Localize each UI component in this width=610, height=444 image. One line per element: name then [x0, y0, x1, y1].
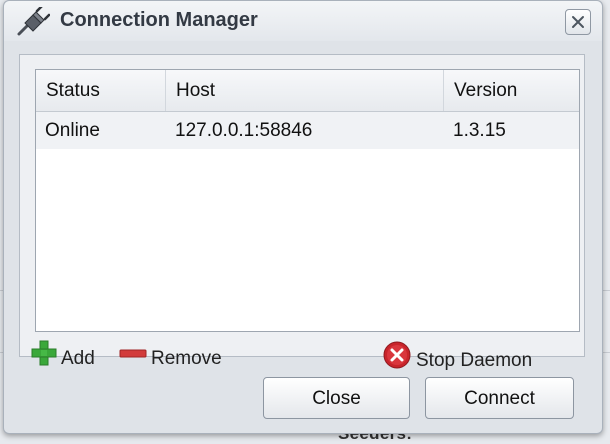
- table-row[interactable]: Online 127.0.0.1:58846 1.3.15: [36, 112, 579, 149]
- add-button[interactable]: Add: [31, 340, 95, 370]
- cell-host: 127.0.0.1:58846: [175, 120, 313, 141]
- grid-header: Status Host Version: [36, 70, 579, 112]
- connections-panel: Status Host Version Online 127.0.0.1:588…: [19, 54, 585, 371]
- plus-icon: [31, 340, 57, 374]
- connections-grid: Status Host Version Online 127.0.0.1:588…: [35, 69, 580, 332]
- remove-label: Remove: [151, 348, 222, 370]
- dialog-title: Connection Manager: [60, 9, 258, 31]
- minus-icon: [119, 340, 147, 374]
- column-header-host[interactable]: Host: [166, 70, 444, 111]
- connection-manager-dialog: Connection Manager Status Host Version O…: [3, 0, 603, 434]
- dialog-titlebar[interactable]: Connection Manager: [4, 1, 602, 41]
- add-label: Add: [61, 348, 95, 370]
- column-header-version[interactable]: Version: [444, 70, 579, 111]
- stop-daemon-button[interactable]: Stop Daemon: [382, 341, 533, 372]
- cell-version: 1.3.15: [453, 120, 506, 141]
- stop-daemon-label: Stop Daemon: [416, 350, 533, 372]
- plug-icon: [16, 4, 51, 37]
- connect-button[interactable]: Connect: [425, 377, 574, 419]
- close-icon: [572, 16, 584, 28]
- close-dialog-button[interactable]: [565, 9, 591, 35]
- column-header-status[interactable]: Status: [36, 70, 166, 111]
- cell-status: Online: [45, 120, 100, 141]
- close-button[interactable]: Close: [263, 377, 410, 419]
- stop-icon: [382, 340, 412, 378]
- remove-button[interactable]: Remove: [119, 342, 222, 370]
